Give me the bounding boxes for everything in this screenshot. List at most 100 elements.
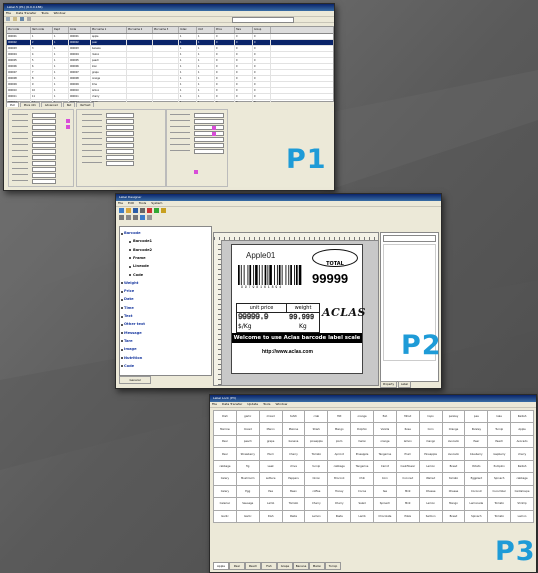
form-input[interactable] bbox=[194, 131, 224, 136]
menu-item[interactable]: Tools bbox=[41, 11, 48, 15]
hotkey-cell[interactable]: Celery bbox=[214, 485, 237, 499]
zoom-icon[interactable] bbox=[140, 215, 145, 220]
hotkey-cell[interactable]: Chocolate bbox=[374, 510, 397, 523]
hotkey-cell[interactable]: Dolphin bbox=[351, 423, 374, 436]
hotkey-cell[interactable]: peach bbox=[236, 435, 260, 449]
tree-node[interactable]: Code bbox=[124, 364, 134, 368]
expand-icon[interactable] bbox=[121, 298, 123, 301]
grid-column-header[interactable]: Dept bbox=[53, 27, 69, 33]
hotkey-cell[interactable]: Pasta bbox=[328, 510, 352, 523]
menu-item[interactable]: Tools bbox=[263, 402, 270, 406]
hotkey-cell[interactable]: coffee bbox=[305, 485, 329, 499]
property-dropdown[interactable] bbox=[383, 235, 436, 242]
grid-column-header[interactable]: Item code bbox=[31, 27, 53, 33]
hotkey-cell[interactable]: Dish bbox=[259, 510, 283, 523]
form-input[interactable] bbox=[32, 125, 56, 130]
hotkey-cell[interactable]: parsley bbox=[442, 411, 466, 424]
grid-column-header[interactable]: Index bbox=[179, 27, 197, 33]
hotkey-cell[interactable]: Maron bbox=[259, 423, 283, 436]
hotkey-cell[interactable]: Salmon bbox=[419, 510, 443, 523]
tree-node[interactable]: Message bbox=[124, 331, 142, 335]
menu-item[interactable]: Tools bbox=[139, 201, 146, 205]
hotkey-cell[interactable]: Rose bbox=[396, 423, 420, 436]
hotkey-cell[interactable]: Dish bbox=[214, 411, 237, 424]
expand-icon[interactable] bbox=[121, 315, 123, 318]
form-input[interactable] bbox=[32, 155, 56, 160]
hotkey-cell[interactable]: mixed bbox=[236, 423, 260, 436]
expand-icon[interactable] bbox=[121, 282, 123, 285]
hotkey-cell[interactable]: kale bbox=[488, 411, 512, 424]
hotkey-cell[interactable]: Pineapple bbox=[351, 448, 374, 461]
hotkey-cell[interactable]: lemon bbox=[396, 435, 420, 449]
hotkey-cell[interactable]: Apple bbox=[511, 423, 534, 436]
hotkey-cell[interactable]: Garlic bbox=[236, 510, 260, 523]
hotkey-cell[interactable]: Bread bbox=[442, 510, 466, 523]
grid-column-header[interactable]: Tare bbox=[235, 27, 253, 33]
hotkey-cell[interactable]: Hilt bbox=[328, 411, 352, 424]
hotkey-cell[interactable]: Potato bbox=[465, 460, 489, 474]
hotkey-cell[interactable]: Tomato bbox=[488, 510, 512, 523]
hotkey-cell[interactable]: chive bbox=[282, 460, 306, 474]
hotkey-cell[interactable]: Avocado bbox=[442, 448, 466, 461]
unit-price-value[interactable]: 99999.9 bbox=[238, 313, 269, 323]
hotkey-cell[interactable]: Spinach bbox=[465, 510, 489, 523]
hotkey-cell[interactable]: Tomato bbox=[488, 498, 512, 511]
save-icon[interactable] bbox=[20, 17, 24, 21]
search-icon[interactable] bbox=[27, 17, 31, 21]
hotkey-cell[interactable]: fig bbox=[236, 460, 260, 474]
form-input[interactable] bbox=[32, 173, 56, 178]
hotkey-cell[interactable]: Pear bbox=[465, 435, 489, 449]
hotkey-cell[interactable]: Lemonade bbox=[465, 498, 489, 511]
hotkey-cell[interactable]: Chili bbox=[351, 473, 374, 486]
new-icon[interactable] bbox=[119, 208, 124, 213]
hotkey-cell[interactable]: Cauliflower bbox=[396, 460, 420, 474]
color-picker-icon[interactable] bbox=[212, 126, 216, 130]
expand-icon[interactable] bbox=[121, 290, 123, 293]
hotkey-cell[interactable]: Strawberry bbox=[236, 448, 260, 461]
tree-leaf[interactable]: Code bbox=[133, 273, 143, 277]
form-input[interactable] bbox=[32, 167, 56, 172]
hotkey-cell[interactable]: Pear bbox=[214, 435, 237, 449]
hotkey-cell[interactable]: Broccoli bbox=[328, 473, 352, 486]
open-icon[interactable] bbox=[126, 208, 131, 213]
tree-node[interactable]: Price bbox=[124, 289, 134, 293]
hotkey-cell[interactable]: Lettuce bbox=[259, 473, 283, 486]
hotkey-cell[interactable]: Pizza bbox=[396, 510, 420, 523]
hotkey-cell[interactable]: Cherry bbox=[305, 498, 329, 511]
search-input[interactable] bbox=[232, 17, 294, 23]
hotkey-cell[interactable]: Pineapple bbox=[419, 448, 443, 461]
form-input[interactable] bbox=[106, 125, 134, 130]
hotkey-cell[interactable]: Mint bbox=[396, 485, 420, 499]
hotkey-cell[interactable]: orange bbox=[351, 411, 374, 424]
barcode[interactable] bbox=[238, 265, 302, 285]
bottom-tab[interactable]: Fish bbox=[261, 562, 277, 570]
form-input[interactable] bbox=[106, 161, 134, 166]
hotkey-cell[interactable]: cabbage bbox=[214, 460, 237, 474]
form-input[interactable] bbox=[106, 149, 134, 154]
hotkey-cell[interactable]: Corn bbox=[419, 423, 443, 436]
hotkey-cell[interactable]: cabbage bbox=[511, 473, 534, 486]
form-input[interactable] bbox=[106, 113, 134, 118]
hotkey-cell[interactable]: Milod bbox=[396, 411, 420, 424]
form-input[interactable] bbox=[106, 137, 134, 142]
hotkey-cell[interactable]: Cantaloupe bbox=[511, 485, 534, 499]
hotkey-cell[interactable]: Cocoa bbox=[351, 485, 374, 499]
website-url[interactable]: http://www.aclas.com bbox=[262, 349, 313, 355]
menu-item[interactable]: Window bbox=[54, 11, 66, 15]
color-picker-icon[interactable] bbox=[212, 132, 216, 136]
menu-item[interactable]: Edit bbox=[128, 201, 134, 205]
hotkey-cell[interactable]: cabbage bbox=[328, 460, 352, 474]
hotkey-cell[interactable]: orange bbox=[374, 435, 397, 449]
hotkey-cell[interactable]: Leek bbox=[259, 460, 283, 474]
menu-item[interactable]: File bbox=[118, 201, 123, 205]
bottom-tab[interactable]: Peach bbox=[245, 562, 261, 570]
paste-icon[interactable] bbox=[161, 208, 166, 213]
hotkey-cell[interactable]: Celeriac bbox=[214, 498, 237, 511]
hotkey-cell[interactable]: Cherry bbox=[328, 498, 352, 511]
hotkey-cell[interactable]: grape bbox=[259, 435, 283, 449]
hotkey-cell[interactable]: crab bbox=[305, 411, 329, 424]
hotkey-cell[interactable]: Tangerine bbox=[351, 460, 374, 474]
hotkey-cell[interactable]: Salad bbox=[351, 498, 374, 511]
tab[interactable]: PLU bbox=[6, 102, 19, 107]
hotkey-cell[interactable]: Cheese bbox=[419, 485, 443, 499]
